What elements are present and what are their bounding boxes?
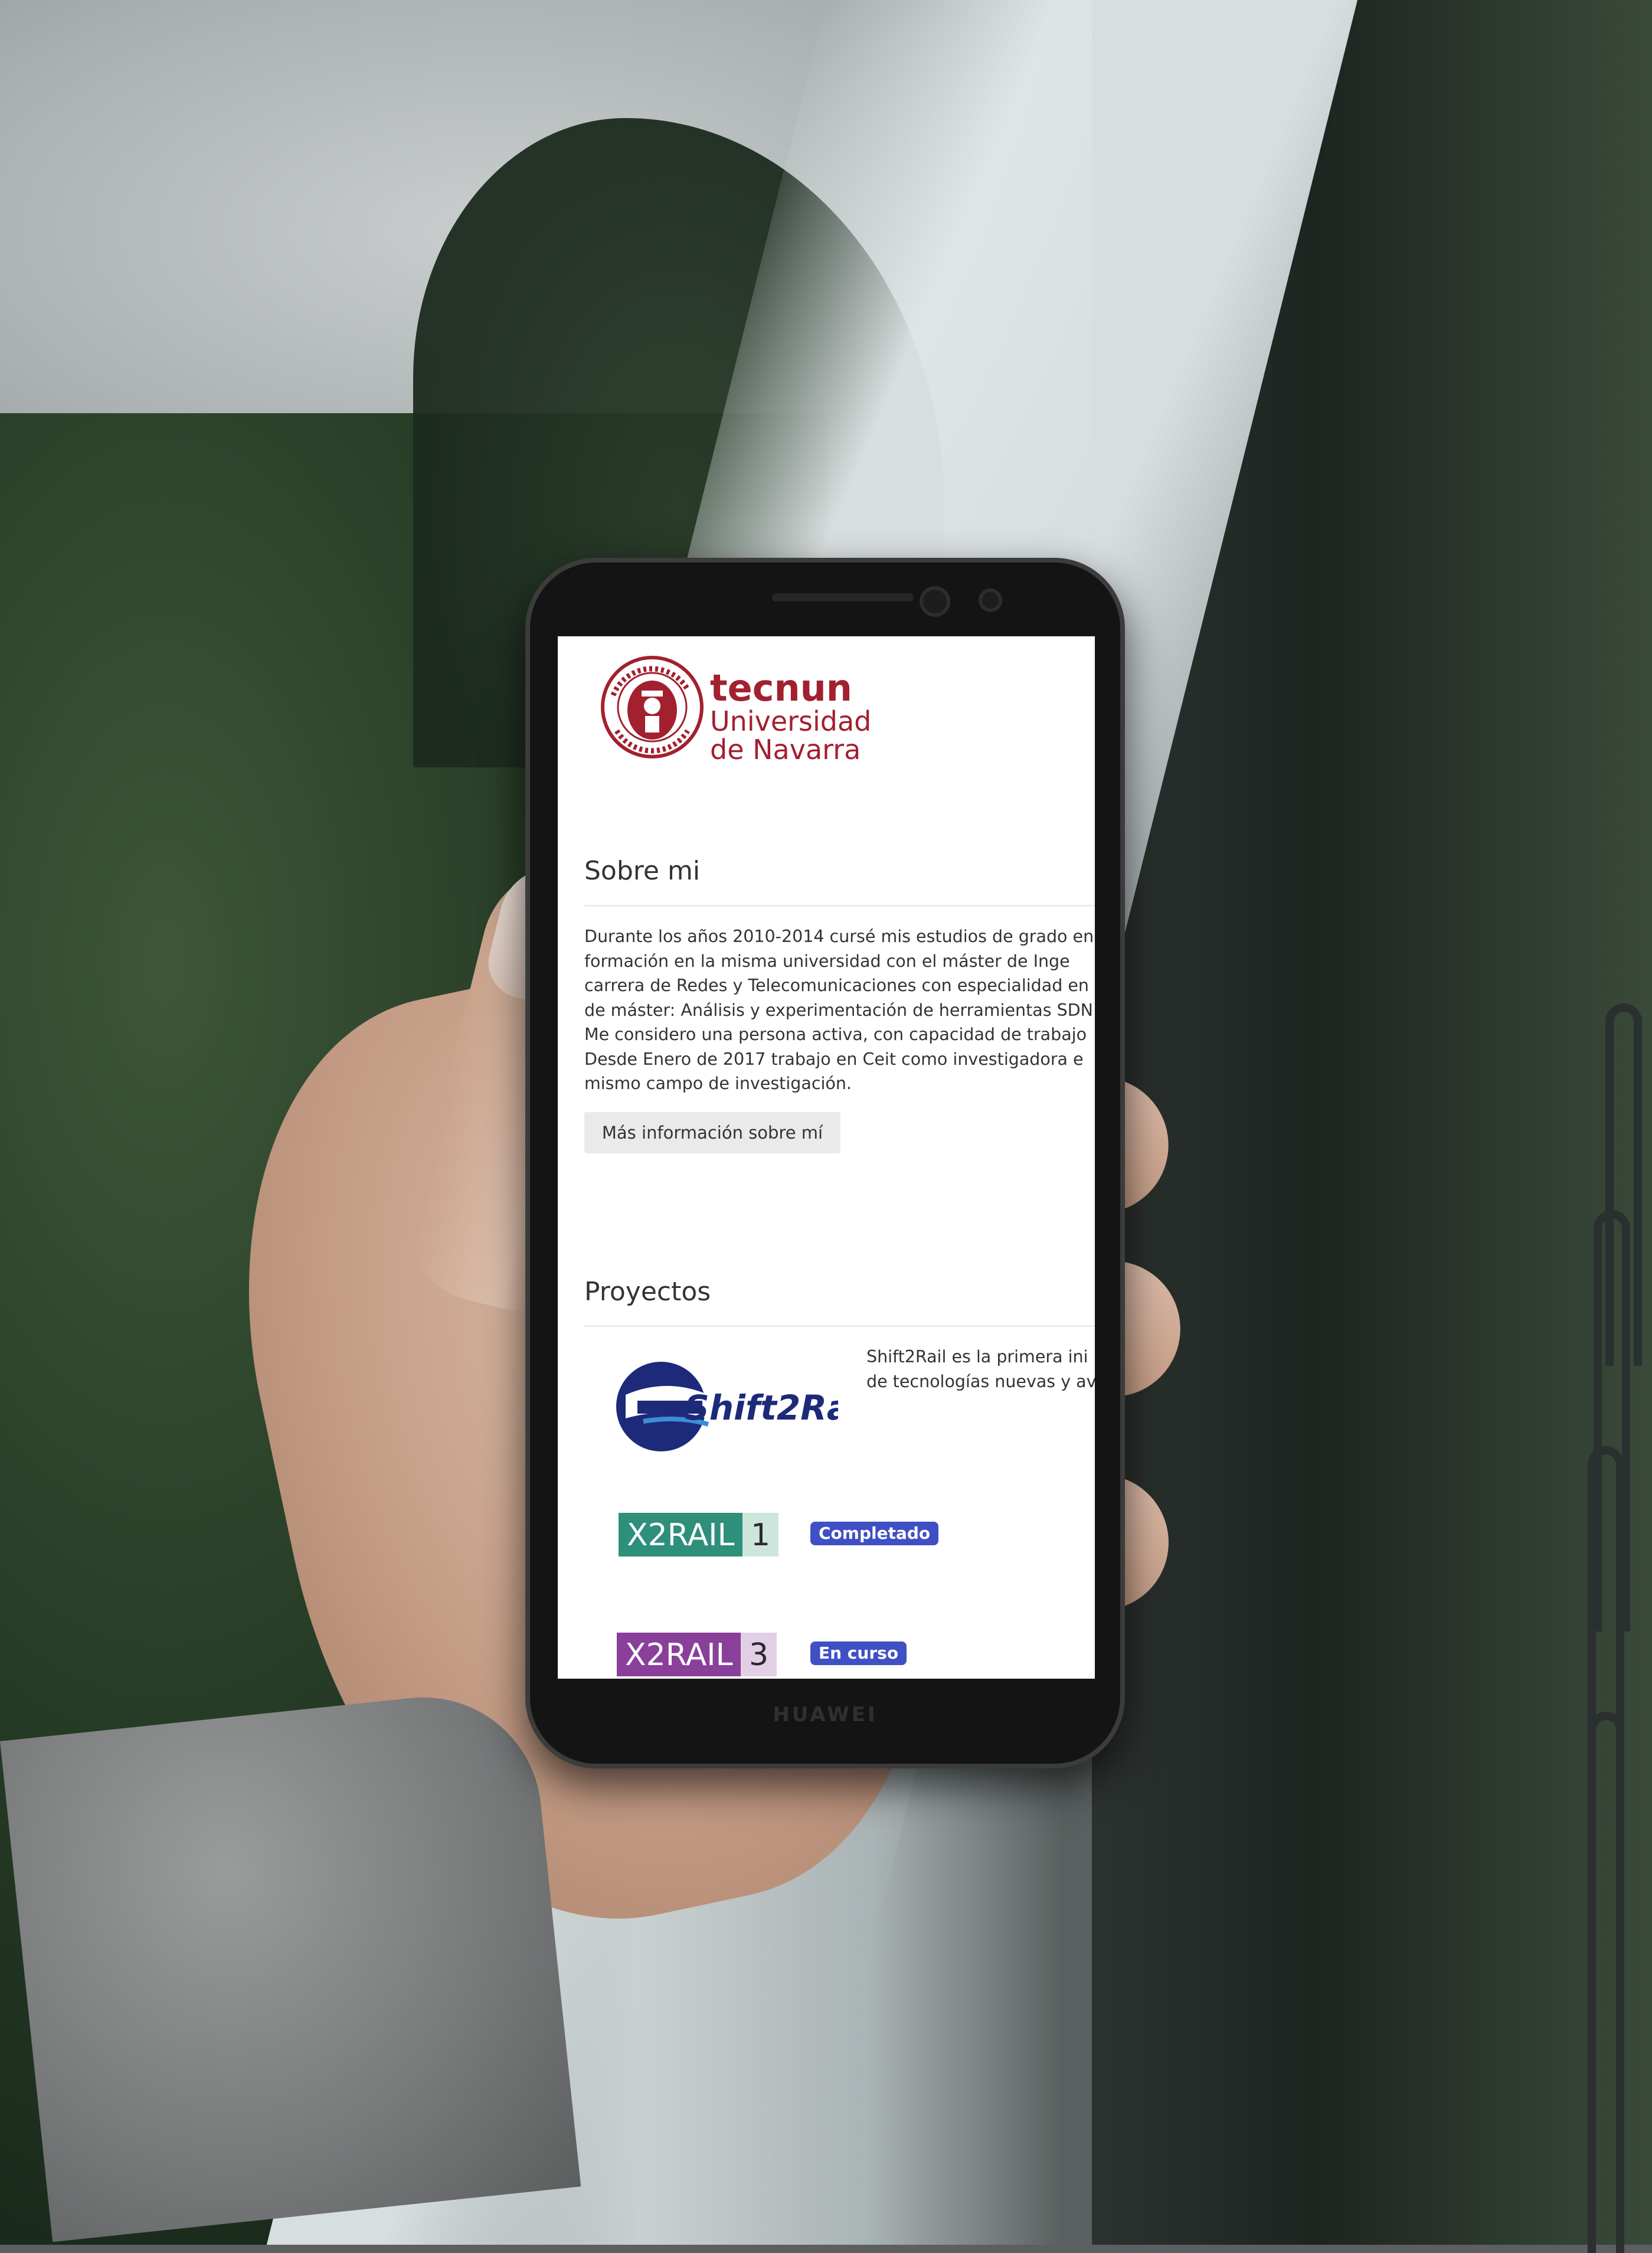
about-line: Desde Enero de 2017 trabajo en Ceit como… bbox=[584, 1049, 1084, 1069]
logo-line-universidad: Universidad bbox=[710, 705, 872, 737]
sweater-sleeve bbox=[0, 1685, 581, 2242]
status-badge-in-progress: En curso bbox=[810, 1641, 907, 1665]
x2rail-name: X2RAIL bbox=[617, 1633, 741, 1676]
description-line: Shift2Rail es la primera ini bbox=[866, 1347, 1088, 1366]
more-about-me-button[interactable]: Más información sobre mí bbox=[584, 1112, 840, 1153]
shift2rail-logo[interactable]: Shift2Rail bbox=[614, 1359, 838, 1454]
earpiece-speaker bbox=[772, 593, 914, 601]
about-line: de máster: Análisis y experimentación de… bbox=[584, 1000, 1093, 1020]
university-logo[interactable]: tecnun Universidad de Navarra bbox=[599, 654, 871, 764]
logo-line-tecnun: tecnun bbox=[710, 666, 852, 709]
logo-text: tecnun Universidad de Navarra bbox=[710, 669, 871, 764]
about-line: Me considero una persona activa, con cap… bbox=[584, 1025, 1087, 1044]
about-paragraph: Durante los años 2010-2014 cursé mis est… bbox=[584, 924, 1095, 1096]
x2rail-name: X2RAIL bbox=[619, 1513, 743, 1557]
front-camera-icon bbox=[920, 586, 950, 617]
about-heading: Sobre mi bbox=[584, 856, 701, 886]
about-line: Durante los años 2010-2014 cursé mis est… bbox=[584, 927, 1094, 946]
divider bbox=[584, 905, 1095, 907]
status-badge-completed: Completado bbox=[810, 1522, 939, 1545]
x2rail-number: 3 bbox=[741, 1633, 777, 1676]
logo-line-navarra: de Navarra bbox=[710, 734, 861, 766]
projects-heading: Proyectos bbox=[584, 1277, 711, 1307]
about-line: carrera de Redes y Telecomunicaciones co… bbox=[584, 976, 1089, 995]
about-line: mismo campo de investigación. bbox=[584, 1074, 852, 1093]
x2rail-3-logo[interactable]: X2RAIL 3 bbox=[617, 1633, 777, 1676]
description-line: de tecnologías nuevas y av bbox=[866, 1372, 1095, 1391]
university-seal-icon bbox=[601, 656, 704, 758]
x2rail-number: 1 bbox=[742, 1513, 779, 1557]
divider bbox=[584, 1325, 1095, 1327]
about-line: formación en la misma universidad con el… bbox=[584, 951, 1070, 971]
device-brand: HUAWEI bbox=[773, 1703, 878, 1726]
railing-post bbox=[1588, 1712, 1624, 2253]
shift2rail-description: Shift2Rail es la primera ini de tecnolog… bbox=[866, 1345, 1095, 1394]
shift2rail-logo-text: Shift2Rail bbox=[685, 1388, 838, 1428]
x2rail-1-logo[interactable]: X2RAIL 1 bbox=[619, 1513, 779, 1557]
web-page[interactable]: tecnun Universidad de Navarra Sobre mi D… bbox=[558, 636, 1095, 1679]
sensor-icon bbox=[979, 588, 1002, 612]
